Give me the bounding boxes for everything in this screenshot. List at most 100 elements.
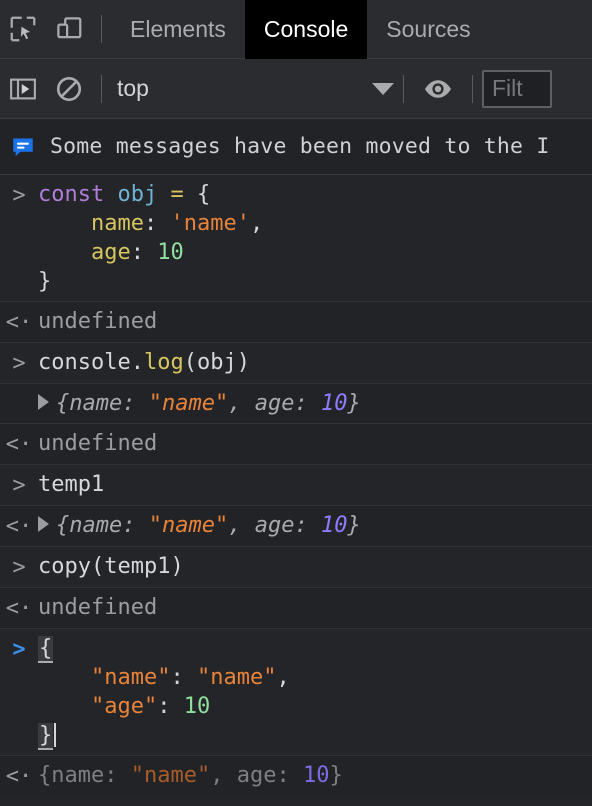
object-preview[interactable]: {name: "name", age: 10}: [38, 511, 592, 540]
json-value-age: 10: [183, 694, 211, 719]
prompt-gutter: >: [0, 552, 38, 582]
devtools-tab-bar: Elements Console Sources: [0, 0, 592, 59]
token-indent-2: [38, 240, 91, 265]
preview-key-name: name:: [69, 391, 149, 416]
expand-triangle-icon[interactable]: [38, 516, 49, 532]
prompt-gutter: >: [0, 634, 38, 664]
input-prompt-icon: >: [12, 351, 26, 376]
console-input-row[interactable]: > console.log(obj): [0, 343, 592, 384]
toolbar-divider-4: [472, 74, 473, 103]
console-output-row: <· undefined: [0, 588, 592, 629]
eval-key-name: name:: [51, 763, 131, 788]
console-input-code: copy(temp1): [38, 554, 184, 579]
preview-value-age: 10: [320, 391, 348, 416]
token-string-name: 'name': [170, 211, 250, 236]
prompt-gutter: <·: [0, 593, 38, 623]
token-colon-2: :: [130, 240, 158, 265]
json-colon-2: :: [157, 694, 184, 719]
text-cursor: [54, 723, 57, 747]
console-input-row[interactable]: > temp1: [0, 465, 592, 506]
console-output-row: <· undefined: [0, 302, 592, 343]
tab-sources[interactable]: Sources: [367, 0, 489, 59]
console-message-list: > const obj = { name: 'name', age: 10 } …: [0, 175, 592, 796]
token-space-2: [157, 182, 170, 207]
token-variable: obj: [117, 182, 158, 207]
info-message-icon: [10, 134, 36, 160]
filter-placeholder: Filt: [492, 75, 523, 101]
token-console: console.: [38, 350, 144, 375]
matching-brace-close: }: [38, 723, 54, 750]
toolbar-divider-2: [101, 74, 102, 103]
live-expression-eye-icon[interactable]: [413, 73, 463, 105]
json-key-name: "name": [90, 665, 171, 690]
preview-separator: ,: [228, 513, 255, 538]
chevron-down-icon: [372, 82, 394, 95]
preview-value-name: "name": [148, 513, 229, 538]
expand-triangle-icon[interactable]: [38, 394, 49, 410]
filter-input[interactable]: Filt: [482, 69, 552, 108]
preview-separator: ,: [228, 391, 255, 416]
prompt-gutter: <·: [0, 307, 38, 337]
prompt-gutter: >: [0, 470, 38, 500]
tab-elements[interactable]: Elements: [111, 0, 245, 59]
json-value-name: "name": [196, 665, 277, 690]
input-prompt-icon: >: [12, 555, 26, 580]
token-keyword: const: [38, 182, 105, 207]
console-output-object-row[interactable]: <· {name: "name", age: 10}: [0, 506, 592, 547]
json-key-age: "age": [90, 694, 158, 719]
token-property-name: name: [90, 211, 144, 236]
moved-messages-banner: Some messages have been moved to the I: [0, 119, 592, 175]
prompt-gutter: <·: [0, 511, 38, 541]
eval-close-brace: }: [329, 763, 343, 788]
eval-separator: ,: [210, 763, 237, 788]
toolbar-divider-3: [403, 74, 404, 103]
object-preview[interactable]: {name: "name", age: 10}: [38, 389, 592, 418]
device-toolbar-icon[interactable]: [46, 6, 92, 52]
console-input-row[interactable]: > const obj = { name: 'name', age: 10 }: [0, 175, 592, 302]
token-number-10: 10: [157, 240, 184, 265]
prompt-gutter: <·: [0, 429, 38, 459]
preview-close-brace: }: [347, 513, 361, 538]
execution-context-label: top: [117, 75, 149, 101]
prompt-gutter: >: [0, 348, 38, 378]
token-log-method: log: [143, 350, 184, 375]
preview-key-name: name:: [69, 513, 149, 538]
json-comma-1: ,: [276, 665, 290, 690]
preview-close-brace: }: [347, 391, 361, 416]
preview-key-age: age:: [254, 391, 321, 416]
console-input-row[interactable]: > copy(temp1): [0, 547, 592, 588]
console-output-row: <· undefined: [0, 424, 592, 465]
eval-value-age: 10: [302, 763, 330, 788]
console-prompt-editor[interactable]: { "name": "name", "age": 10 }: [38, 634, 592, 750]
eval-value-name: "name": [130, 763, 211, 788]
execution-context-selector[interactable]: top: [111, 75, 394, 102]
output-prompt-icon: <·: [5, 596, 33, 621]
prompt-indent-1: [38, 665, 91, 690]
clear-console-icon[interactable]: [46, 66, 92, 112]
matching-brace-open: {: [38, 636, 54, 663]
preview-key-age: age:: [254, 513, 321, 538]
token-args: (obj): [183, 350, 250, 375]
json-colon-1: :: [170, 665, 197, 690]
console-sidebar-icon[interactable]: [0, 66, 46, 112]
eval-preview-value: {name: "name", age: 10}: [38, 761, 592, 790]
console-logged-object-row[interactable]: {name: "name", age: 10}: [0, 384, 592, 424]
toolbar-divider: [101, 15, 102, 43]
console-output-value: undefined: [38, 309, 158, 334]
console-input-code: temp1: [38, 472, 105, 497]
preview-open-brace: {: [56, 391, 70, 416]
token-colon-1: :: [143, 211, 171, 236]
console-active-prompt-row[interactable]: > { "name": "name", "age": 10 }: [0, 629, 592, 756]
console-output-value: undefined: [38, 595, 158, 620]
console-input-code: const obj = { name: 'name', age: 10 }: [38, 180, 592, 296]
tab-console[interactable]: Console: [244, 0, 368, 59]
inspect-element-icon[interactable]: [0, 6, 46, 52]
prompt-gutter: >: [0, 180, 38, 210]
prompt-gutter: [0, 389, 38, 390]
input-prompt-icon: >: [12, 473, 26, 498]
token-brace-open: {: [183, 182, 211, 207]
output-prompt-icon: <·: [5, 514, 33, 539]
token-indent-1: [38, 211, 91, 236]
token-property-age: age: [90, 240, 131, 265]
